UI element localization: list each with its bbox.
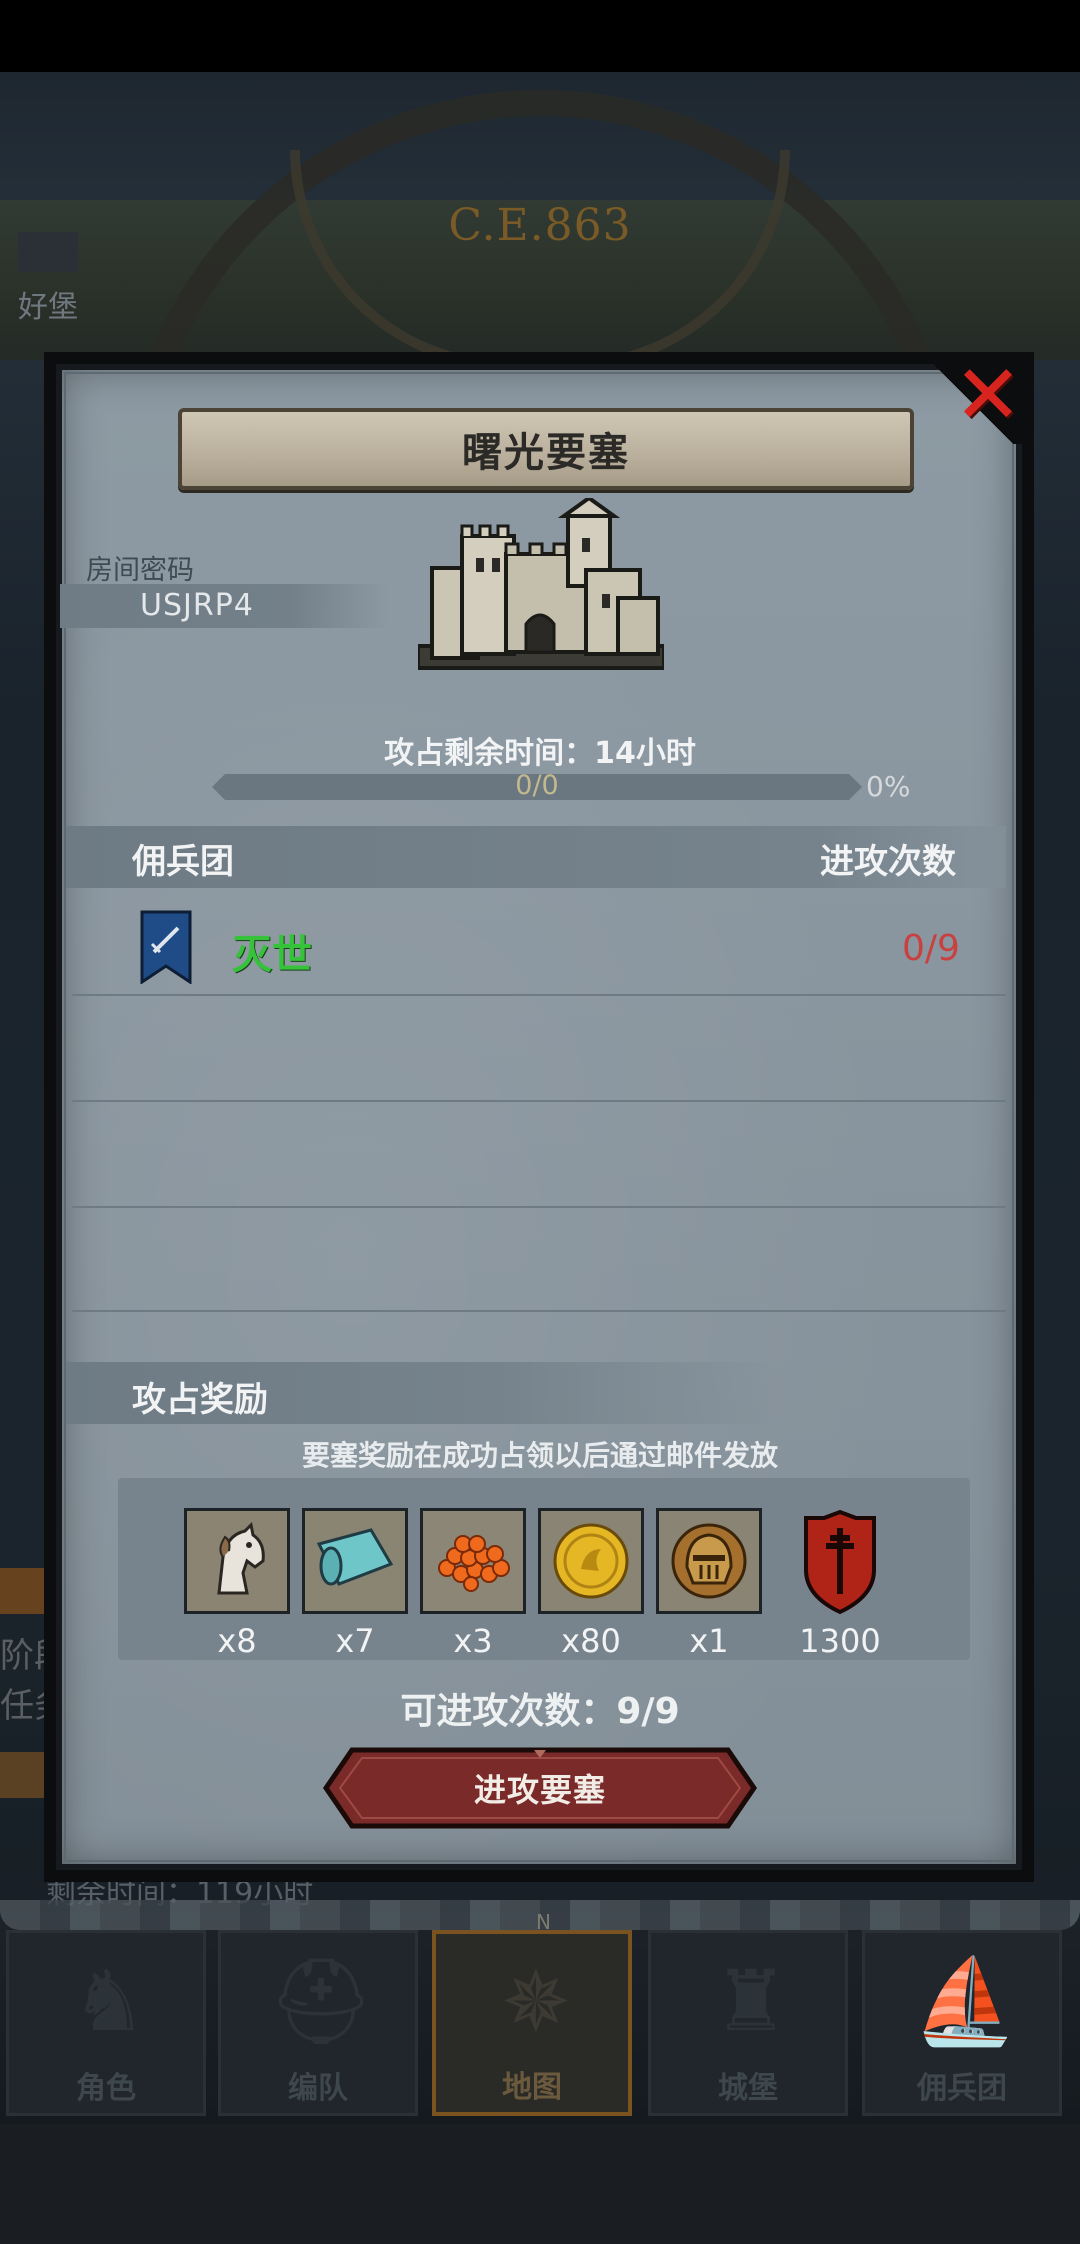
reward-count: x8: [217, 1622, 257, 1660]
reward-count: x3: [453, 1622, 493, 1660]
attack-count-header: 进攻次数: [820, 842, 956, 882]
capture-time-label: 攻占剩余时间：14小时: [384, 736, 696, 771]
status-bar: [0, 0, 1080, 72]
title-banner: 曙光要塞: [178, 408, 914, 490]
nav-item-character[interactable]: ♞ 角色: [6, 1930, 206, 2116]
reward-item-cloth[interactable]: [302, 1508, 408, 1614]
fortress-icon: [418, 498, 664, 670]
rewards-note: 要塞奖励在成功占领以后通过邮件发放: [301, 1439, 778, 1472]
reward-item-gems[interactable]: [420, 1508, 526, 1614]
castle-icon: ♜: [713, 1952, 789, 2050]
row-divider: [72, 1310, 1006, 1312]
reward-item-gold[interactable]: [538, 1508, 644, 1614]
mercenary-attack-count: 0/9: [902, 928, 960, 969]
ship-icon: ⛵: [912, 1951, 1018, 2050]
knight-helmet-icon: [671, 1523, 747, 1599]
nav-item-castle[interactable]: ♜ 城堡: [648, 1930, 848, 2116]
capture-progress-percent: 0%: [866, 770, 911, 803]
row-divider: [72, 1206, 1006, 1208]
knight-icon: ♞: [71, 1952, 147, 2050]
nav-item-mercenary[interactable]: ⛵ 佣兵团: [862, 1930, 1062, 2116]
red-gems-icon: [438, 1535, 510, 1592]
room-password-value: USJRP4: [140, 588, 254, 623]
close-icon: ✕: [953, 348, 1023, 443]
nav-item-formation[interactable]: ⛑ 编队: [218, 1930, 418, 2116]
map-marker: [18, 232, 78, 272]
attempts-remaining: 可进攻次数：9/9: [400, 1691, 680, 1732]
task-icon: [0, 1568, 46, 1614]
reward-count: x7: [335, 1622, 375, 1660]
guild-banner-icon: [140, 910, 192, 984]
nav-label: 佣兵团: [917, 2071, 1007, 2106]
rewards-header: 攻占奖励: [132, 1380, 268, 1420]
room-password-label: 房间密码: [86, 555, 194, 586]
attack-button-label: 进攻要塞: [473, 1771, 606, 1809]
nav-item-map[interactable]: ✵ 地图: [432, 1930, 632, 2116]
helmet-icon: ⛑: [267, 1951, 375, 2050]
reward-item-horse[interactable]: [184, 1508, 290, 1614]
system-nav-bar: [0, 2124, 1080, 2244]
reward-item-helmet[interactable]: [656, 1508, 762, 1614]
reward-count: 1300: [799, 1622, 881, 1660]
compass-north-label: N: [536, 1910, 551, 1934]
gold-coin-icon: [553, 1523, 629, 1599]
reward-count: x80: [561, 1622, 621, 1660]
cloth-roll-icon: [316, 1528, 394, 1586]
attack-fortress-button[interactable]: 进攻要塞: [322, 1746, 758, 1830]
nav-label: 地图: [502, 2070, 562, 2105]
nav-label: 角色: [76, 2071, 136, 2106]
row-divider: [72, 994, 1006, 996]
row-divider: [72, 1100, 1006, 1102]
mercenary-header: 佣兵团: [132, 842, 234, 882]
map-location-label: 好堡: [18, 290, 78, 325]
mercenary-name[interactable]: 灭世: [232, 922, 312, 980]
close-button[interactable]: ✕: [948, 348, 1028, 443]
compass-icon: ✵: [500, 1953, 572, 2051]
reward-count: x1: [689, 1622, 729, 1660]
nav-label: 城堡: [718, 2071, 778, 2106]
nav-label: 编队: [288, 2071, 348, 2106]
red-shield-icon: [804, 1510, 876, 1614]
year-badge: C.E.863: [448, 200, 632, 251]
capture-progress-text: 0/0: [515, 770, 559, 801]
dialog-title: 曙光要塞: [462, 430, 630, 476]
target-icon: [0, 1752, 46, 1798]
horse-icon: [217, 1521, 265, 1595]
